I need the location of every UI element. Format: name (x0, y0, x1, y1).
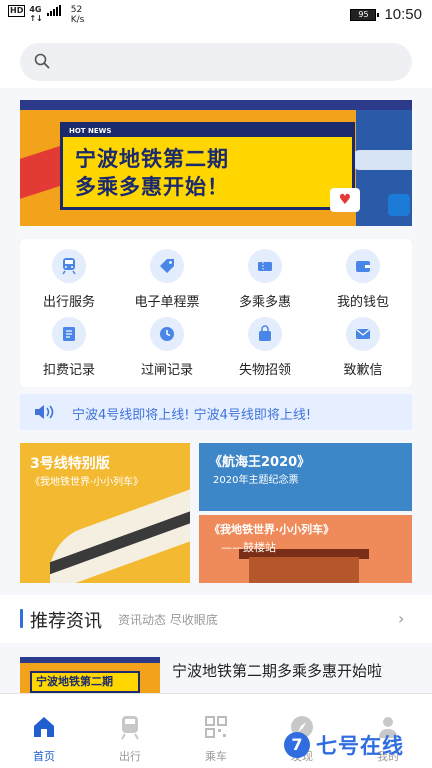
status-right: 95 10:50 (350, 6, 422, 23)
service-item-charge-record[interactable]: 扣费记录 (20, 317, 118, 383)
search-input[interactable] (20, 43, 412, 81)
service-label: 致歉信 (343, 363, 383, 378)
banner-train-image (350, 150, 412, 170)
service-item-wallet[interactable]: 我的钱包 (314, 249, 412, 315)
record-icon (52, 317, 86, 351)
service-item-lost-found[interactable]: 失物招领 (216, 317, 314, 383)
service-item-travel[interactable]: 出行服务 (20, 249, 118, 315)
section-subtitle: 资讯动态 尽收眼底 (118, 613, 218, 627)
tab-label: 出行 (119, 750, 141, 763)
section-accent-bar (20, 609, 23, 628)
clock: 10:50 (384, 6, 422, 23)
service-item-multi-ride[interactable]: 多乘多惠 (216, 249, 314, 315)
speaker-icon (35, 405, 54, 419)
promo-title: 《航海王2020》 (209, 455, 311, 470)
banner-title-line2: 多乘多惠开始！ (75, 175, 229, 199)
watermark-logo: 7 (284, 732, 310, 758)
chevron-right-icon[interactable]: › (398, 609, 404, 628)
news-title[interactable]: 宁波地铁第二期多乘多惠开始啦 (172, 660, 382, 681)
announcement-text: 宁波4号线即将上线! 宁波4号线即将上线! (72, 408, 312, 423)
section-title: 推荐资讯 (30, 611, 102, 632)
promo-subtitle: 2020年主题纪念票 (213, 475, 299, 486)
train-icon (52, 249, 86, 283)
promo-title: 3号线特别版 (30, 456, 110, 472)
thumb-strip (20, 657, 160, 663)
promo-train-image (50, 485, 190, 583)
banner-panel: HOT NEWS 宁波地铁第二期 多乘多惠开始！ (60, 122, 355, 210)
promo-tower-image (249, 557, 359, 583)
promo-card-one-piece[interactable]: 《航海王2020》 2020年主题纪念票 (199, 443, 412, 511)
promo-subtitle: ——鼓楼站 (221, 541, 276, 554)
hero-banner[interactable]: HOT NEWS 宁波地铁第二期 多乘多惠开始！ ♥ (20, 100, 412, 226)
hd-indicator: HD (8, 5, 26, 17)
tab-label: 乘车 (205, 750, 227, 763)
network-arrows: ↑↓ (29, 14, 43, 23)
service-label: 我的钱包 (336, 295, 389, 310)
network-speed: 52 K/s (71, 5, 85, 25)
promo-card-gulou[interactable]: 《我地铁世界·小小列车》 ——鼓楼站 (199, 515, 412, 583)
banner-top-strip (20, 100, 412, 110)
status-left: HD 4G ↑↓ 52 K/s (8, 5, 84, 25)
status-bar: HD 4G ↑↓ 52 K/s 95 10:50 (0, 0, 432, 30)
news-thumbnail[interactable]: 宁波地铁第二期 (20, 657, 160, 693)
clock-icon (150, 317, 184, 351)
tab-home[interactable]: 首页 (14, 714, 74, 764)
watermark-text: 七号在线 (316, 734, 404, 758)
tab-label: 首页 (33, 750, 55, 763)
service-label: 多乘多惠 (238, 295, 291, 310)
metro-logo-icon (388, 194, 410, 216)
home-icon (34, 717, 54, 737)
ticket-tag-icon (150, 249, 184, 283)
coupon-icon (248, 249, 282, 283)
promo-title: 《我地铁世界·小小列车》 (209, 523, 335, 536)
banner-hot-label: HOT NEWS (63, 125, 352, 137)
lost-found-icon (248, 317, 282, 351)
service-label: 扣费记录 (42, 363, 95, 378)
announcement-bar[interactable]: 宁波4号线即将上线! 宁波4号线即将上线! (20, 394, 412, 430)
heart-icon: ♥ (330, 188, 360, 212)
service-label: 电子单程票 (134, 295, 200, 310)
speed-unit: K/s (70, 15, 85, 25)
service-item-e-ticket[interactable]: 电子单程票 (118, 249, 216, 315)
service-item-apology[interactable]: 致歉信 (314, 317, 412, 383)
service-grid: 出行服务 电子单程票 多乘多惠 我的钱包 扣费记录 过闸记录 失物招领 致歉信 (20, 239, 412, 387)
service-item-gate-record[interactable]: 过闸记录 (118, 317, 216, 383)
battery-icon: 95 (350, 8, 380, 21)
network-type: 4G ↑↓ (29, 5, 42, 23)
signal-icon (46, 5, 61, 16)
service-label: 过闸记录 (140, 363, 193, 378)
tab-ride[interactable]: 乘车 (186, 714, 246, 764)
thumb-text: 宁波地铁第二期 (30, 671, 140, 693)
promo-card-line3[interactable]: 3号线特别版 《我地铁世界·小小列车》 (20, 443, 190, 583)
service-label: 出行服务 (42, 295, 95, 310)
wallet-icon (346, 249, 380, 283)
speed-value: 52 (70, 5, 83, 15)
network-type-label: 4G (29, 5, 42, 14)
service-label: 失物招领 (238, 363, 291, 378)
search-icon (34, 53, 50, 69)
site-watermark: 7 七号在线 (284, 728, 432, 762)
banner-title-line1: 宁波地铁第二期 (75, 147, 229, 171)
tab-travel[interactable]: 出行 (100, 714, 160, 764)
train-icon (121, 716, 139, 740)
promo-subtitle: 《我地铁世界·小小列车》 (30, 477, 144, 488)
mail-icon (346, 317, 380, 351)
qr-code-icon (205, 716, 227, 738)
